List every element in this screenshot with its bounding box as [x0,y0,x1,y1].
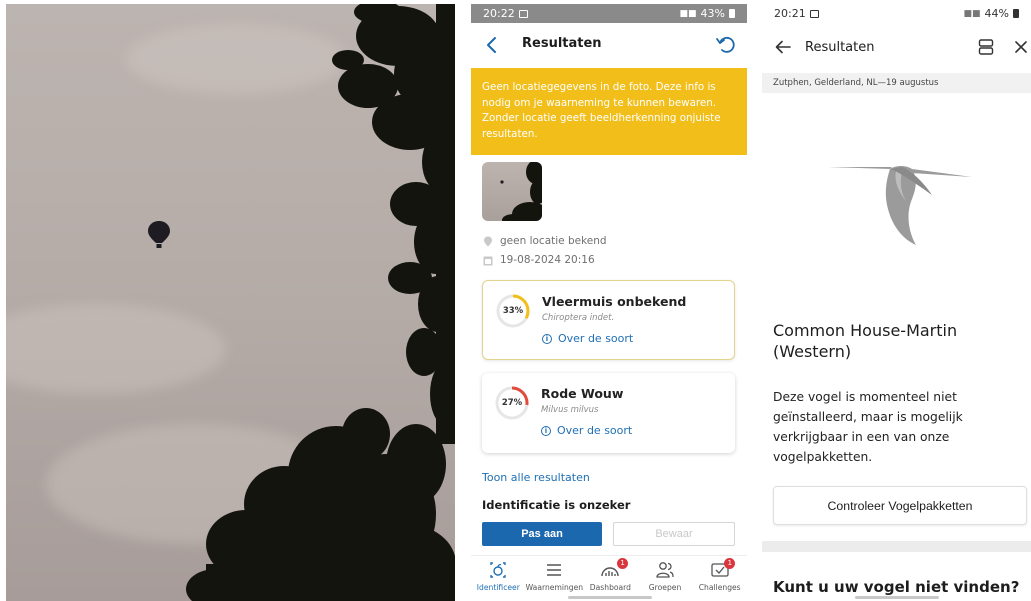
nav-label: Waarnemingen [525,583,584,592]
status-time: 20:22 [483,7,515,20]
missing-location-warning: Geen locatiegegevens in de foto. Deze in… [471,68,747,155]
save-button[interactable]: Bewaar [613,522,735,546]
nav-label: Challenges [698,583,741,592]
species-name: Vleermuis onbekend [542,294,687,309]
datetime-row: 19-08-2024 20:16 [483,254,595,266]
battery-icon [729,9,735,18]
nav-label: Identificeer [476,583,520,592]
species-name: Rode Wouw [541,386,624,401]
location-date-bar: Zutphen, Gelderland, NL—19 augustus [762,73,1031,93]
info-icon: i [542,333,552,344]
bird-placeholder-icon [828,166,972,245]
check-bird-packs-button[interactable]: Controleer Vogelpakketten [773,486,1027,525]
observation-photo [6,4,455,601]
notification-badge: 1 [724,558,736,569]
nav-identify[interactable]: Identificeer [471,556,526,601]
result-card[interactable]: 33% Vleermuis onbekend Chiroptera indet.… [482,280,735,360]
close-icon[interactable] [1013,39,1029,55]
status-bar: 20:21 ■■ 44% [762,4,1031,23]
gallery-notification-icon [809,9,819,18]
home-indicator[interactable] [568,596,652,599]
obsidentify-screen: 20:22 ■■ 43% Resultaten Geen locatiegege… [471,4,747,601]
photo-thumbnail[interactable] [482,162,542,221]
signal-icon: ■■ [679,8,697,19]
location-pin-icon [484,236,492,246]
status-bar: 20:22 ■■ 43% [471,4,747,23]
confidence-percent: 27% [501,398,523,408]
species-title: Common House-Martin (Western) [773,320,957,362]
scientific-name: Milvus milvus [541,405,599,415]
species-description: Deze vogel is momenteel niet geïnstallee… [773,390,963,464]
about-species-label: Over de soort [557,424,633,437]
about-species-link[interactable]: i Over de soort [541,424,632,437]
signal-icon: ■■ [963,8,981,19]
thumbnail-image [500,162,542,221]
merlin-screen: 20:21 ■■ 44% Resultaten Zutphen, Gelderl… [762,4,1031,601]
about-species-label: Over de soort [558,332,634,345]
battery-icon [1013,9,1019,18]
nav-groups[interactable]: Groepen [638,556,693,601]
about-species-link[interactable]: i Over de soort [542,332,633,345]
cant-find-heading: Kunt u uw vogel niet vinden? [773,578,1020,596]
back-arrow-icon[interactable] [774,38,792,56]
result-card[interactable]: 27% Rode Wouw Milvus milvus i Over de so… [482,373,735,453]
datetime-text: 19-08-2024 20:16 [500,254,595,266]
calendar-icon [483,256,493,265]
identify-icon [490,562,507,578]
page-title: Resultaten [805,40,875,55]
nav-observations[interactable]: Waarnemingen [526,556,583,601]
gallery-notification-icon [518,9,528,18]
nav-dashboard[interactable]: 1 Dashboard [583,556,638,601]
battery-level: 43% [700,7,725,20]
scientific-name: Chiroptera indet. [542,313,615,323]
battery-level: 44% [984,7,1009,20]
app-header: Resultaten [762,23,1031,73]
species-title-line2: (Western) [773,342,852,361]
adjust-button[interactable]: Pas aan [482,522,602,546]
nav-label: Dashboard [589,583,631,592]
tree-silhouette [186,4,455,601]
back-arrow-icon[interactable] [481,34,503,56]
groups-icon [656,562,674,578]
info-icon: i [541,425,551,436]
confidence-percent: 33% [502,306,524,316]
nav-challenges[interactable]: 1 Challenges [692,556,747,601]
page-title: Resultaten [522,36,602,51]
uncertain-heading: Identificatie is onzeker [482,498,631,512]
notification-badge: 1 [617,558,629,569]
show-all-results-link[interactable]: Toon alle resultaten [482,471,590,484]
section-divider [762,541,1031,552]
list-icon [547,564,562,576]
location-text: geen locatie bekend [500,235,607,247]
location-row: geen locatie bekend [483,235,607,247]
refresh-icon[interactable] [715,34,737,56]
nav-label: Groepen [648,583,682,592]
home-indicator[interactable] [855,596,939,599]
app-header: Resultaten [471,23,747,68]
compare-list-icon[interactable] [978,38,994,56]
status-time: 20:21 [774,7,806,20]
species-title-line1: Common House-Martin [773,321,958,340]
bottom-navigation: Identificeer Waarnemingen 1 Dashboard Gr… [471,555,747,601]
